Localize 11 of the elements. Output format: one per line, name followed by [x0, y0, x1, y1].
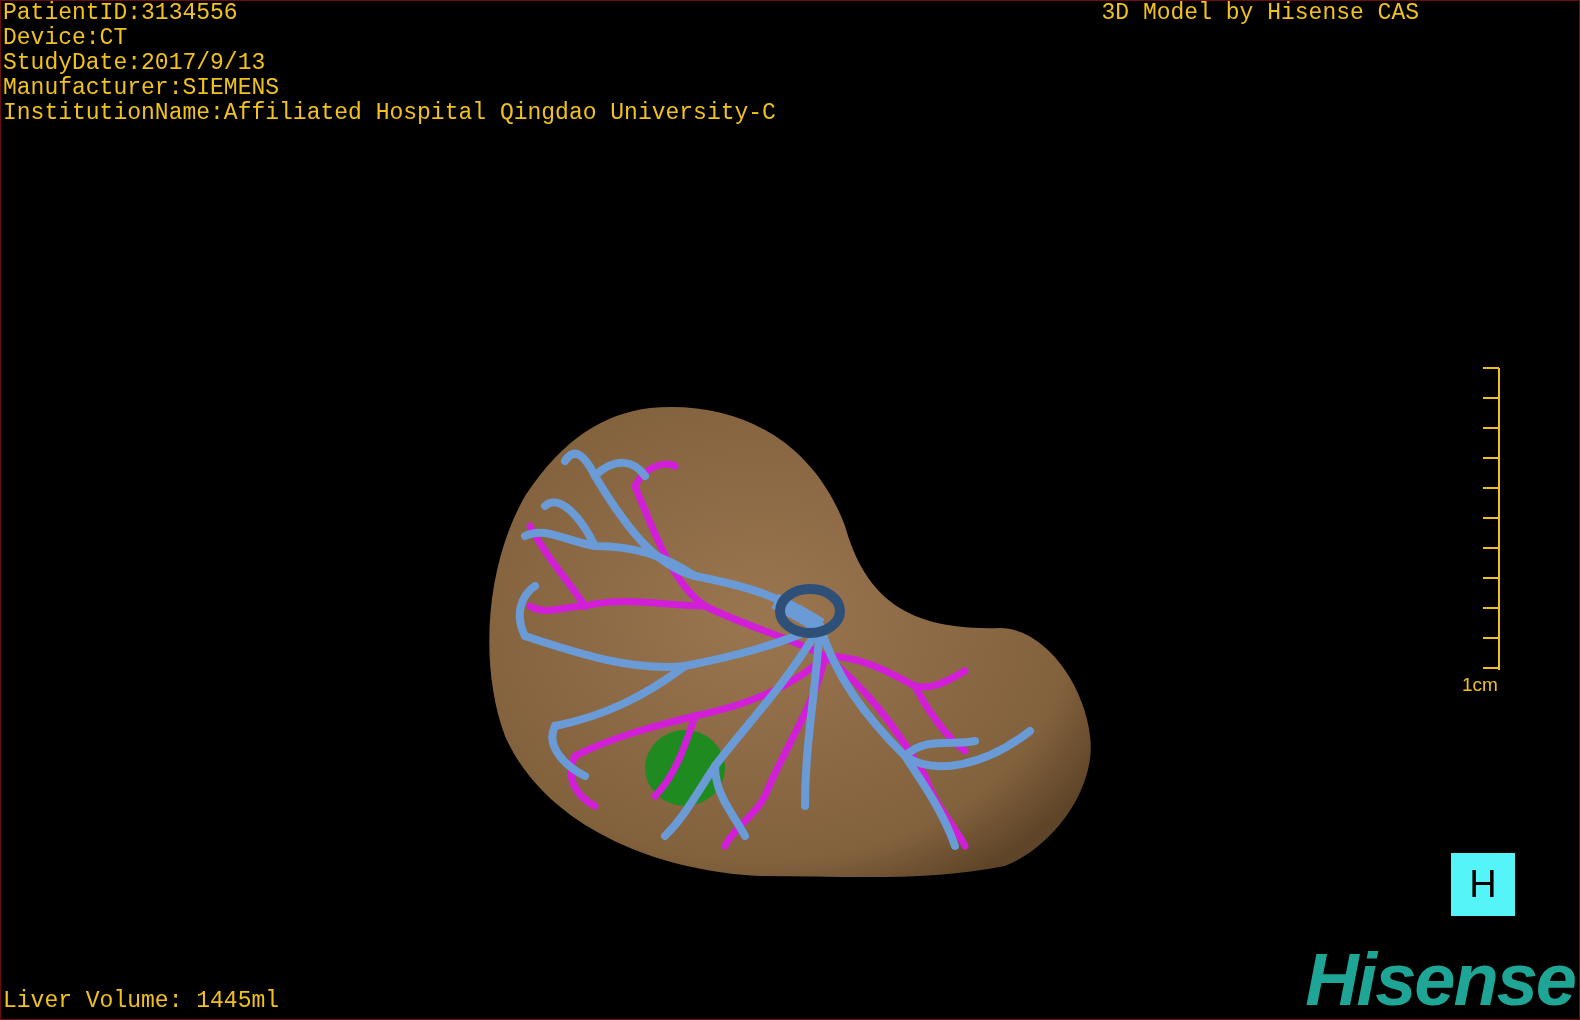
patient-info-text: InstitutionName:Affiliated Hospital Qingdao University-C: [3, 101, 776, 126]
liver-volume-text: Liver Volume: 1445ml: [3, 987, 280, 1015]
patient-info-text: Manufacturer:SIEMENS: [3, 76, 281, 101]
patient-info-text: StudyDate:2017/9/13: [3, 51, 267, 76]
logo-text: Hisense: [1305, 945, 1576, 1015]
patient-info-text: PatientID:3134556: [3, 1, 239, 26]
patient-info-text: Device:CT: [3, 26, 129, 51]
scale-ruler-icon: [1483, 366, 1501, 672]
orientation-button[interactable]: H: [1451, 853, 1515, 916]
scale-label: 1cm: [1462, 674, 1498, 696]
viewer-title: 3D Model by Hisense CAS: [1101, 1, 1419, 26]
